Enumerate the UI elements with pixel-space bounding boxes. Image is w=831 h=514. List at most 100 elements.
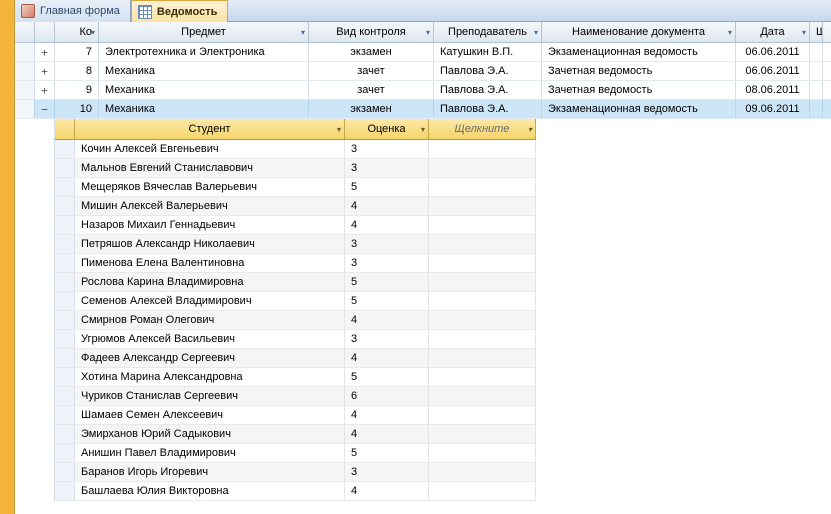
cell-student[interactable]: Анишин Павел Владимирович (75, 444, 345, 462)
dropdown-icon[interactable]: ▾ (421, 125, 425, 134)
cell-student[interactable]: Баранов Игорь Игоревич (75, 463, 345, 481)
dropdown-icon[interactable]: ▾ (91, 28, 95, 37)
cell-control[interactable]: зачет (309, 81, 434, 99)
row-selector[interactable] (55, 216, 75, 234)
cell-grade[interactable]: 3 (345, 463, 429, 481)
row-selector[interactable] (15, 100, 35, 118)
dropdown-icon[interactable]: ▾ (534, 28, 538, 37)
row-selector[interactable] (55, 387, 75, 405)
table-row[interactable]: Семенов Алексей Владимирович5 (55, 292, 536, 311)
tab-main-form[interactable]: Главная форма (15, 0, 131, 22)
cell-date[interactable]: 08.06.2011 (736, 81, 810, 99)
tab-vedomost[interactable]: Ведомость (131, 0, 228, 22)
cell-control[interactable]: экзамен (309, 100, 434, 118)
cell-click[interactable] (429, 197, 536, 215)
cell-ko[interactable]: 8 (55, 62, 99, 80)
cell-grade[interactable]: 3 (345, 140, 429, 158)
col-header-teacher[interactable]: Преподаватель▾ (434, 22, 542, 42)
table-row[interactable]: Шамаев Семен Алексеевич4 (55, 406, 536, 425)
cell-last[interactable] (810, 100, 823, 118)
cell-student[interactable]: Хотина Марина Александровна (75, 368, 345, 386)
cell-teacher[interactable]: Павлова Э.А. (434, 81, 542, 99)
cell-grade[interactable]: 4 (345, 425, 429, 443)
col-header-docname[interactable]: Наименование документа▾ (542, 22, 736, 42)
cell-grade[interactable]: 5 (345, 444, 429, 462)
table-row[interactable]: Петряшов Александр Николаевич3 (55, 235, 536, 254)
cell-student[interactable]: Рослова Карина Владимировна (75, 273, 345, 291)
cell-subject[interactable]: Механика (99, 62, 309, 80)
dropdown-icon[interactable]: ▾ (301, 28, 305, 37)
cell-grade[interactable]: 4 (345, 216, 429, 234)
row-selector[interactable] (55, 444, 75, 462)
cell-click[interactable] (429, 140, 536, 158)
cell-student[interactable]: Семенов Алексей Владимирович (75, 292, 345, 310)
cell-docname[interactable]: Экзаменационная ведомость (542, 100, 736, 118)
cell-grade[interactable]: 3 (345, 254, 429, 272)
cell-click[interactable] (429, 292, 536, 310)
cell-click[interactable] (429, 273, 536, 291)
dropdown-icon[interactable]: ▾ (337, 125, 341, 134)
row-selector[interactable] (55, 463, 75, 481)
cell-student[interactable]: Смирнов Роман Олегович (75, 311, 345, 329)
table-row[interactable]: +8МеханиказачетПавлова Э.А.Зачетная ведо… (15, 62, 831, 81)
cell-docname[interactable]: Зачетная ведомость (542, 62, 736, 80)
expand-toggle[interactable]: + (35, 81, 55, 99)
cell-grade[interactable]: 3 (345, 330, 429, 348)
cell-click[interactable] (429, 349, 536, 367)
table-row[interactable]: Пименова Елена Валентиновна3 (55, 254, 536, 273)
row-selector[interactable] (55, 197, 75, 215)
row-selector[interactable] (55, 273, 75, 291)
table-row[interactable]: Смирнов Роман Олегович4 (55, 311, 536, 330)
cell-student[interactable]: Петряшов Александр Николаевич (75, 235, 345, 253)
col-header-grade[interactable]: Оценка▾ (345, 119, 429, 139)
table-row[interactable]: +9МеханиказачетПавлова Э.А.Зачетная ведо… (15, 81, 831, 100)
cell-student[interactable]: Чуриков Станислав Сергеевич (75, 387, 345, 405)
col-header-control[interactable]: Вид контроля▾ (309, 22, 434, 42)
cell-click[interactable] (429, 254, 536, 272)
cell-click[interactable] (429, 368, 536, 386)
row-selector[interactable] (55, 349, 75, 367)
row-selector[interactable] (55, 178, 75, 196)
cell-teacher[interactable]: Павлова Э.А. (434, 62, 542, 80)
cell-student[interactable]: Шамаев Семен Алексеевич (75, 406, 345, 424)
cell-last[interactable] (810, 62, 823, 80)
cell-click[interactable] (429, 178, 536, 196)
cell-docname[interactable]: Зачетная ведомость (542, 81, 736, 99)
cell-click[interactable] (429, 425, 536, 443)
col-header-subject[interactable]: Предмет▾ (99, 22, 309, 42)
cell-last[interactable] (810, 43, 823, 61)
table-row[interactable]: Баранов Игорь Игоревич3 (55, 463, 536, 482)
cell-student[interactable]: Фадеев Александр Сергеевич (75, 349, 345, 367)
cell-date[interactable]: 06.06.2011 (736, 43, 810, 61)
col-header-click[interactable]: Щелкните▾ (429, 119, 536, 139)
cell-grade[interactable]: 5 (345, 292, 429, 310)
cell-docname[interactable]: Экзаменационная ведомость (542, 43, 736, 61)
cell-student[interactable]: Эмирханов Юрий Садыкович (75, 425, 345, 443)
cell-subject[interactable]: Механика (99, 100, 309, 118)
table-row[interactable]: Хотина Марина Александровна5 (55, 368, 536, 387)
cell-ko[interactable]: 7 (55, 43, 99, 61)
cell-grade[interactable]: 5 (345, 273, 429, 291)
cell-date[interactable]: 09.06.2011 (736, 100, 810, 118)
dropdown-icon[interactable]: ▾ (426, 28, 430, 37)
row-selector[interactable] (55, 368, 75, 386)
table-row[interactable]: Чуриков Станислав Сергеевич6 (55, 387, 536, 406)
row-selector[interactable] (55, 330, 75, 348)
dropdown-icon[interactable]: ▾ (728, 28, 732, 37)
dropdown-icon[interactable]: ▾ (802, 28, 806, 37)
table-row[interactable]: Эмирханов Юрий Садыкович4 (55, 425, 536, 444)
table-row[interactable]: Угрюмов Алексей Васильевич3 (55, 330, 536, 349)
cell-click[interactable] (429, 482, 536, 500)
row-selector[interactable] (55, 235, 75, 253)
cell-student[interactable]: Угрюмов Алексей Васильевич (75, 330, 345, 348)
cell-click[interactable] (429, 406, 536, 424)
col-header-last[interactable]: Ш (810, 22, 823, 42)
cell-click[interactable] (429, 444, 536, 462)
cell-ko[interactable]: 9 (55, 81, 99, 99)
row-selector[interactable] (55, 292, 75, 310)
cell-click[interactable] (429, 387, 536, 405)
cell-grade[interactable]: 6 (345, 387, 429, 405)
table-row[interactable]: −10МеханикаэкзаменПавлова Э.А.Экзаменаци… (15, 100, 831, 119)
expand-toggle[interactable]: − (35, 100, 55, 118)
table-row[interactable]: Назаров Михаил Геннадьевич4 (55, 216, 536, 235)
